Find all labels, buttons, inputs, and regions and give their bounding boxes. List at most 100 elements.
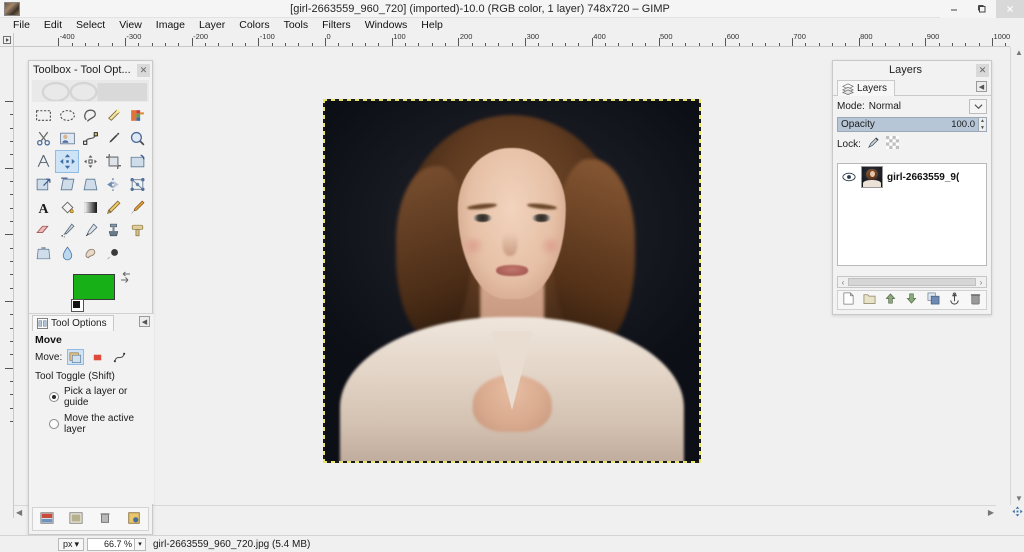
- tool-options-menu-button[interactable]: ◀: [139, 316, 150, 327]
- radio-pick-layer-or-guide[interactable]: Pick a layer or guide: [35, 386, 148, 408]
- flip-tool[interactable]: [102, 173, 125, 196]
- eraser-tool[interactable]: [32, 219, 55, 242]
- align-tool[interactable]: [79, 150, 102, 173]
- ink-tool[interactable]: [79, 219, 102, 242]
- lower-layer-button[interactable]: [905, 292, 918, 308]
- perspective-tool[interactable]: [79, 173, 102, 196]
- shear-tool[interactable]: [55, 173, 78, 196]
- canvas-horizontal-scrollbar[interactable]: ◀ ▶: [14, 505, 996, 518]
- scroll-left-icon[interactable]: ‹: [838, 278, 848, 287]
- free-select-tool[interactable]: [79, 104, 102, 127]
- new-layer-group-button[interactable]: [863, 292, 876, 308]
- tab-tool-options[interactable]: Tool Options: [32, 315, 114, 331]
- color-picker-tool[interactable]: [102, 127, 125, 150]
- lock-alpha-icon[interactable]: [885, 136, 899, 152]
- menu-item-tools[interactable]: Tools: [277, 18, 316, 33]
- layers-close-button[interactable]: ✕: [976, 63, 989, 77]
- scissors-select-tool[interactable]: [32, 127, 55, 150]
- raise-layer-button[interactable]: [884, 292, 897, 308]
- ellipse-select-tool[interactable]: [55, 104, 78, 127]
- ruler-label: -200: [193, 33, 209, 41]
- layer-list[interactable]: girl-2663559_9(: [837, 163, 987, 266]
- paintbrush-tool[interactable]: [126, 196, 149, 219]
- rotate-tool[interactable]: [126, 150, 149, 173]
- pencil-tool[interactable]: [102, 196, 125, 219]
- layer-opacity-spinner[interactable]: ▲ ▼: [978, 118, 986, 131]
- menu-item-windows[interactable]: Windows: [358, 18, 415, 33]
- zoom-value[interactable]: 66.7 %: [87, 537, 135, 551]
- table-row[interactable]: girl-2663559_9(: [838, 164, 986, 190]
- move-tool[interactable]: [55, 150, 79, 173]
- toolbox-delete-button[interactable]: [98, 511, 112, 528]
- menu-item-help[interactable]: Help: [414, 18, 450, 33]
- blur-sharpen-tool[interactable]: [55, 242, 78, 265]
- unit-selector[interactable]: px ▾: [58, 537, 84, 551]
- toolbox-close-button[interactable]: ✕: [137, 63, 150, 77]
- vertical-ruler[interactable]: [0, 47, 14, 518]
- layer-opacity-slider[interactable]: Opacity 100.0 ▲ ▼: [837, 117, 987, 132]
- zoom-dropdown-button[interactable]: ▾: [135, 537, 146, 551]
- layer-mode-dropdown[interactable]: [969, 99, 987, 114]
- duplicate-layer-button[interactable]: [927, 292, 940, 308]
- ruler-minor-tick: [98, 43, 100, 46]
- radio-move-active-layer[interactable]: Move the active layer: [35, 413, 148, 435]
- anchor-layer-button[interactable]: [948, 292, 961, 308]
- menu-item-edit[interactable]: Edit: [37, 18, 69, 33]
- lock-pixels-icon[interactable]: [867, 136, 880, 152]
- open-image-button[interactable]: [40, 511, 54, 528]
- crop-tool[interactable]: [102, 150, 125, 173]
- ruler-minor-tick: [551, 43, 553, 46]
- zoom-control[interactable]: 66.7 % ▾: [87, 537, 146, 551]
- tab-layers[interactable]: Layers: [837, 80, 896, 96]
- swap-colors-icon[interactable]: [119, 271, 132, 287]
- airbrush-tool[interactable]: [55, 219, 78, 242]
- image-canvas[interactable]: [323, 99, 701, 463]
- close-button[interactable]: [996, 0, 1024, 18]
- heal-tool[interactable]: [126, 219, 149, 242]
- menu-item-view[interactable]: View: [112, 18, 149, 33]
- ruler-minor-tick: [10, 407, 13, 409]
- layers-menu-button[interactable]: ◀: [976, 81, 987, 92]
- clone-tool[interactable]: [102, 219, 125, 242]
- menu-item-file[interactable]: File: [6, 18, 37, 33]
- smudge-tool[interactable]: [79, 242, 102, 265]
- scrollbar-thumb[interactable]: [848, 278, 976, 286]
- foreground-select-tool[interactable]: [55, 127, 78, 150]
- bucket-fill-tool[interactable]: [55, 196, 78, 219]
- text-tool[interactable]: A: [32, 196, 55, 219]
- scroll-right-icon[interactable]: ›: [976, 278, 986, 287]
- zoom-tool[interactable]: [126, 127, 149, 150]
- canvas-vertical-scrollbar[interactable]: ▲ ▼: [1010, 47, 1024, 505]
- menu-item-colors[interactable]: Colors: [232, 18, 276, 33]
- rect-select-tool[interactable]: [32, 104, 55, 127]
- maximize-button[interactable]: [968, 0, 996, 18]
- navigation-move-icon[interactable]: [1010, 505, 1024, 518]
- paste-as-new-button[interactable]: [127, 511, 141, 528]
- ruler-unit-button[interactable]: [0, 33, 14, 47]
- select-by-color-tool[interactable]: [126, 104, 149, 127]
- reset-colors-icon[interactable]: [71, 299, 84, 312]
- cage-transform-tool[interactable]: [126, 173, 149, 196]
- menu-item-layer[interactable]: Layer: [192, 18, 232, 33]
- menu-item-filters[interactable]: Filters: [315, 18, 358, 33]
- layer-visibility-icon[interactable]: [841, 172, 857, 182]
- paths-tool[interactable]: [79, 127, 102, 150]
- delete-layer-button[interactable]: [969, 292, 982, 308]
- foreground-color-swatch[interactable]: [73, 274, 115, 300]
- menu-item-image[interactable]: Image: [149, 18, 192, 33]
- dodge-burn-tool[interactable]: [102, 242, 125, 265]
- move-selection-mode-button[interactable]: [89, 349, 106, 365]
- menu-item-select[interactable]: Select: [69, 18, 112, 33]
- minimize-button[interactable]: [940, 0, 968, 18]
- horizontal-ruler[interactable]: -400 -300 -200 -100 0 100 200 300 400 500 600 700 80…: [14, 33, 1010, 47]
- move-layer-mode-button[interactable]: [67, 349, 85, 365]
- layer-list-horizontal-scrollbar[interactable]: ‹ ›: [837, 276, 987, 288]
- new-layer-button[interactable]: [842, 292, 855, 308]
- gradient-tool[interactable]: [79, 196, 102, 219]
- fuzzy-select-tool[interactable]: [102, 104, 125, 127]
- open-as-layers-button[interactable]: [69, 511, 83, 528]
- perspective-clone-tool[interactable]: [32, 242, 55, 265]
- measure-tool[interactable]: [32, 150, 55, 173]
- move-path-mode-button[interactable]: [111, 349, 128, 365]
- scale-tool[interactable]: [32, 173, 55, 196]
